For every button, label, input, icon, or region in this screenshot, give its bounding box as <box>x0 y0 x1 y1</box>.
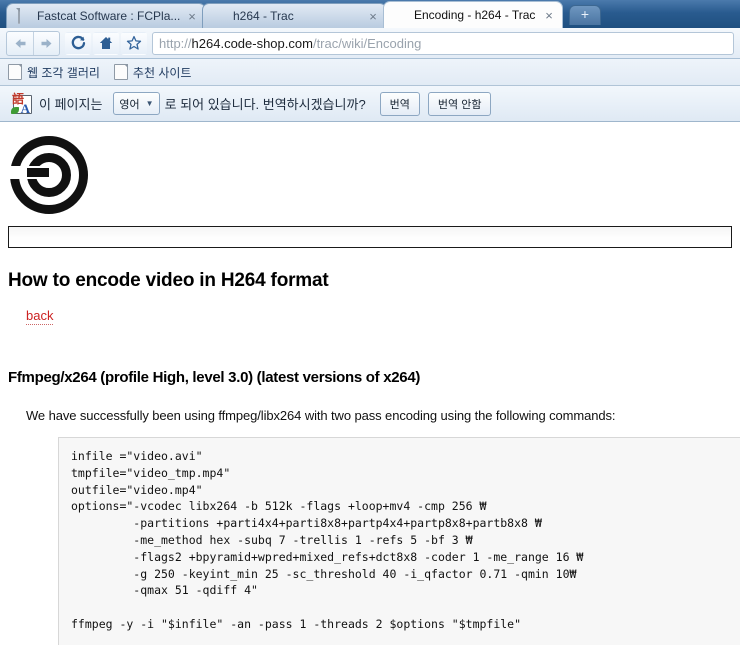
site-nav-bar[interactable] <box>8 226 732 248</box>
translate-prompt-after: 로 되어 있습니다. 번역하시겠습니까? <box>164 97 366 112</box>
document-icon <box>113 64 128 80</box>
lead-paragraph: We have successfully been using ffmpeg/l… <box>26 408 616 423</box>
page-title: How to encode video in H264 format <box>8 270 329 291</box>
tab-title: h264 - Trac <box>233 9 294 23</box>
bookmarks-bar: 웹 조각 갤러리 추천 사이트 <box>0 59 740 86</box>
bookmark-item-2[interactable]: 추천 사이트 <box>113 64 192 81</box>
back-link[interactable]: back <box>26 308 54 325</box>
code-block: infile ="video.avi" tmpfile="video_tmp.m… <box>58 437 740 645</box>
translate-button[interactable]: 번역 <box>379 91 420 116</box>
url-host: h264.code-shop.com <box>191 35 313 51</box>
close-icon[interactable]: × <box>185 10 199 23</box>
address-bar[interactable]: http://h264.code-shop.com/trac/wiki/Enco… <box>152 31 734 55</box>
new-tab-button[interactable]: + <box>569 5 601 25</box>
translate-prompt-before: 이 페이지는 <box>39 97 103 112</box>
chevron-down-icon: ▼ <box>145 99 154 108</box>
star-icon[interactable] <box>121 31 147 55</box>
browser-tab-3-active[interactable]: Encoding - h264 - Trac × <box>383 1 563 28</box>
url-scheme: http:// <box>159 35 192 51</box>
bookmark-label: 웹 조각 갤러리 <box>27 65 100 80</box>
language-select[interactable]: 영어 ▼ <box>113 92 160 115</box>
url-text: http://h264.code-shop.com/trac/wiki/Enco… <box>159 36 421 51</box>
close-icon[interactable]: × <box>542 9 556 22</box>
bookmark-item-1[interactable]: 웹 조각 갤러리 <box>8 64 100 81</box>
trac-icon <box>393 8 408 23</box>
reload-icon[interactable] <box>65 31 91 55</box>
document-icon <box>16 7 31 24</box>
tab-title: Encoding - h264 - Trac <box>414 8 536 22</box>
translate-infobar: 語 A 이 페이지는 영어 ▼ 로 되어 있습니다. 번역하시겠습니까? 번역 … <box>0 86 740 122</box>
browser-tab-2[interactable]: h264 - Trac × <box>202 3 387 28</box>
navigation-toolbar: http://h264.code-shop.com/trac/wiki/Enco… <box>0 28 740 59</box>
language-select-value: 영어 <box>119 98 140 111</box>
trac-icon <box>212 9 227 24</box>
section-title: Ffmpeg/x264 (profile High, level 3.0) (l… <box>8 369 421 386</box>
back-forward-group <box>6 30 60 56</box>
forward-arrow-icon[interactable] <box>33 31 59 55</box>
close-icon[interactable]: × <box>366 10 380 23</box>
tab-title: Fastcat Software : FCPla... <box>37 9 181 23</box>
bookmark-label: 추천 사이트 <box>132 65 192 80</box>
url-path: /trac/wiki/Encoding <box>312 35 422 51</box>
tab-strip: Fastcat Software : FCPla... × h264 - Tra… <box>0 0 740 28</box>
page-content: How to encode video in H264 format back … <box>0 122 740 645</box>
no-translate-button[interactable]: 번역 안함 <box>427 91 492 116</box>
browser-window: Fastcat Software : FCPla... × h264 - Tra… <box>0 0 740 656</box>
back-arrow-icon[interactable] <box>7 32 33 55</box>
home-icon[interactable] <box>93 31 119 55</box>
copyleft-logo-icon <box>10 136 88 214</box>
browser-tab-1[interactable]: Fastcat Software : FCPla... × <box>6 3 206 28</box>
back-link-wrap: back <box>26 307 740 325</box>
document-icon <box>8 64 22 80</box>
google-translate-icon: 語 A <box>11 91 32 116</box>
site-logo[interactable] <box>0 122 740 214</box>
